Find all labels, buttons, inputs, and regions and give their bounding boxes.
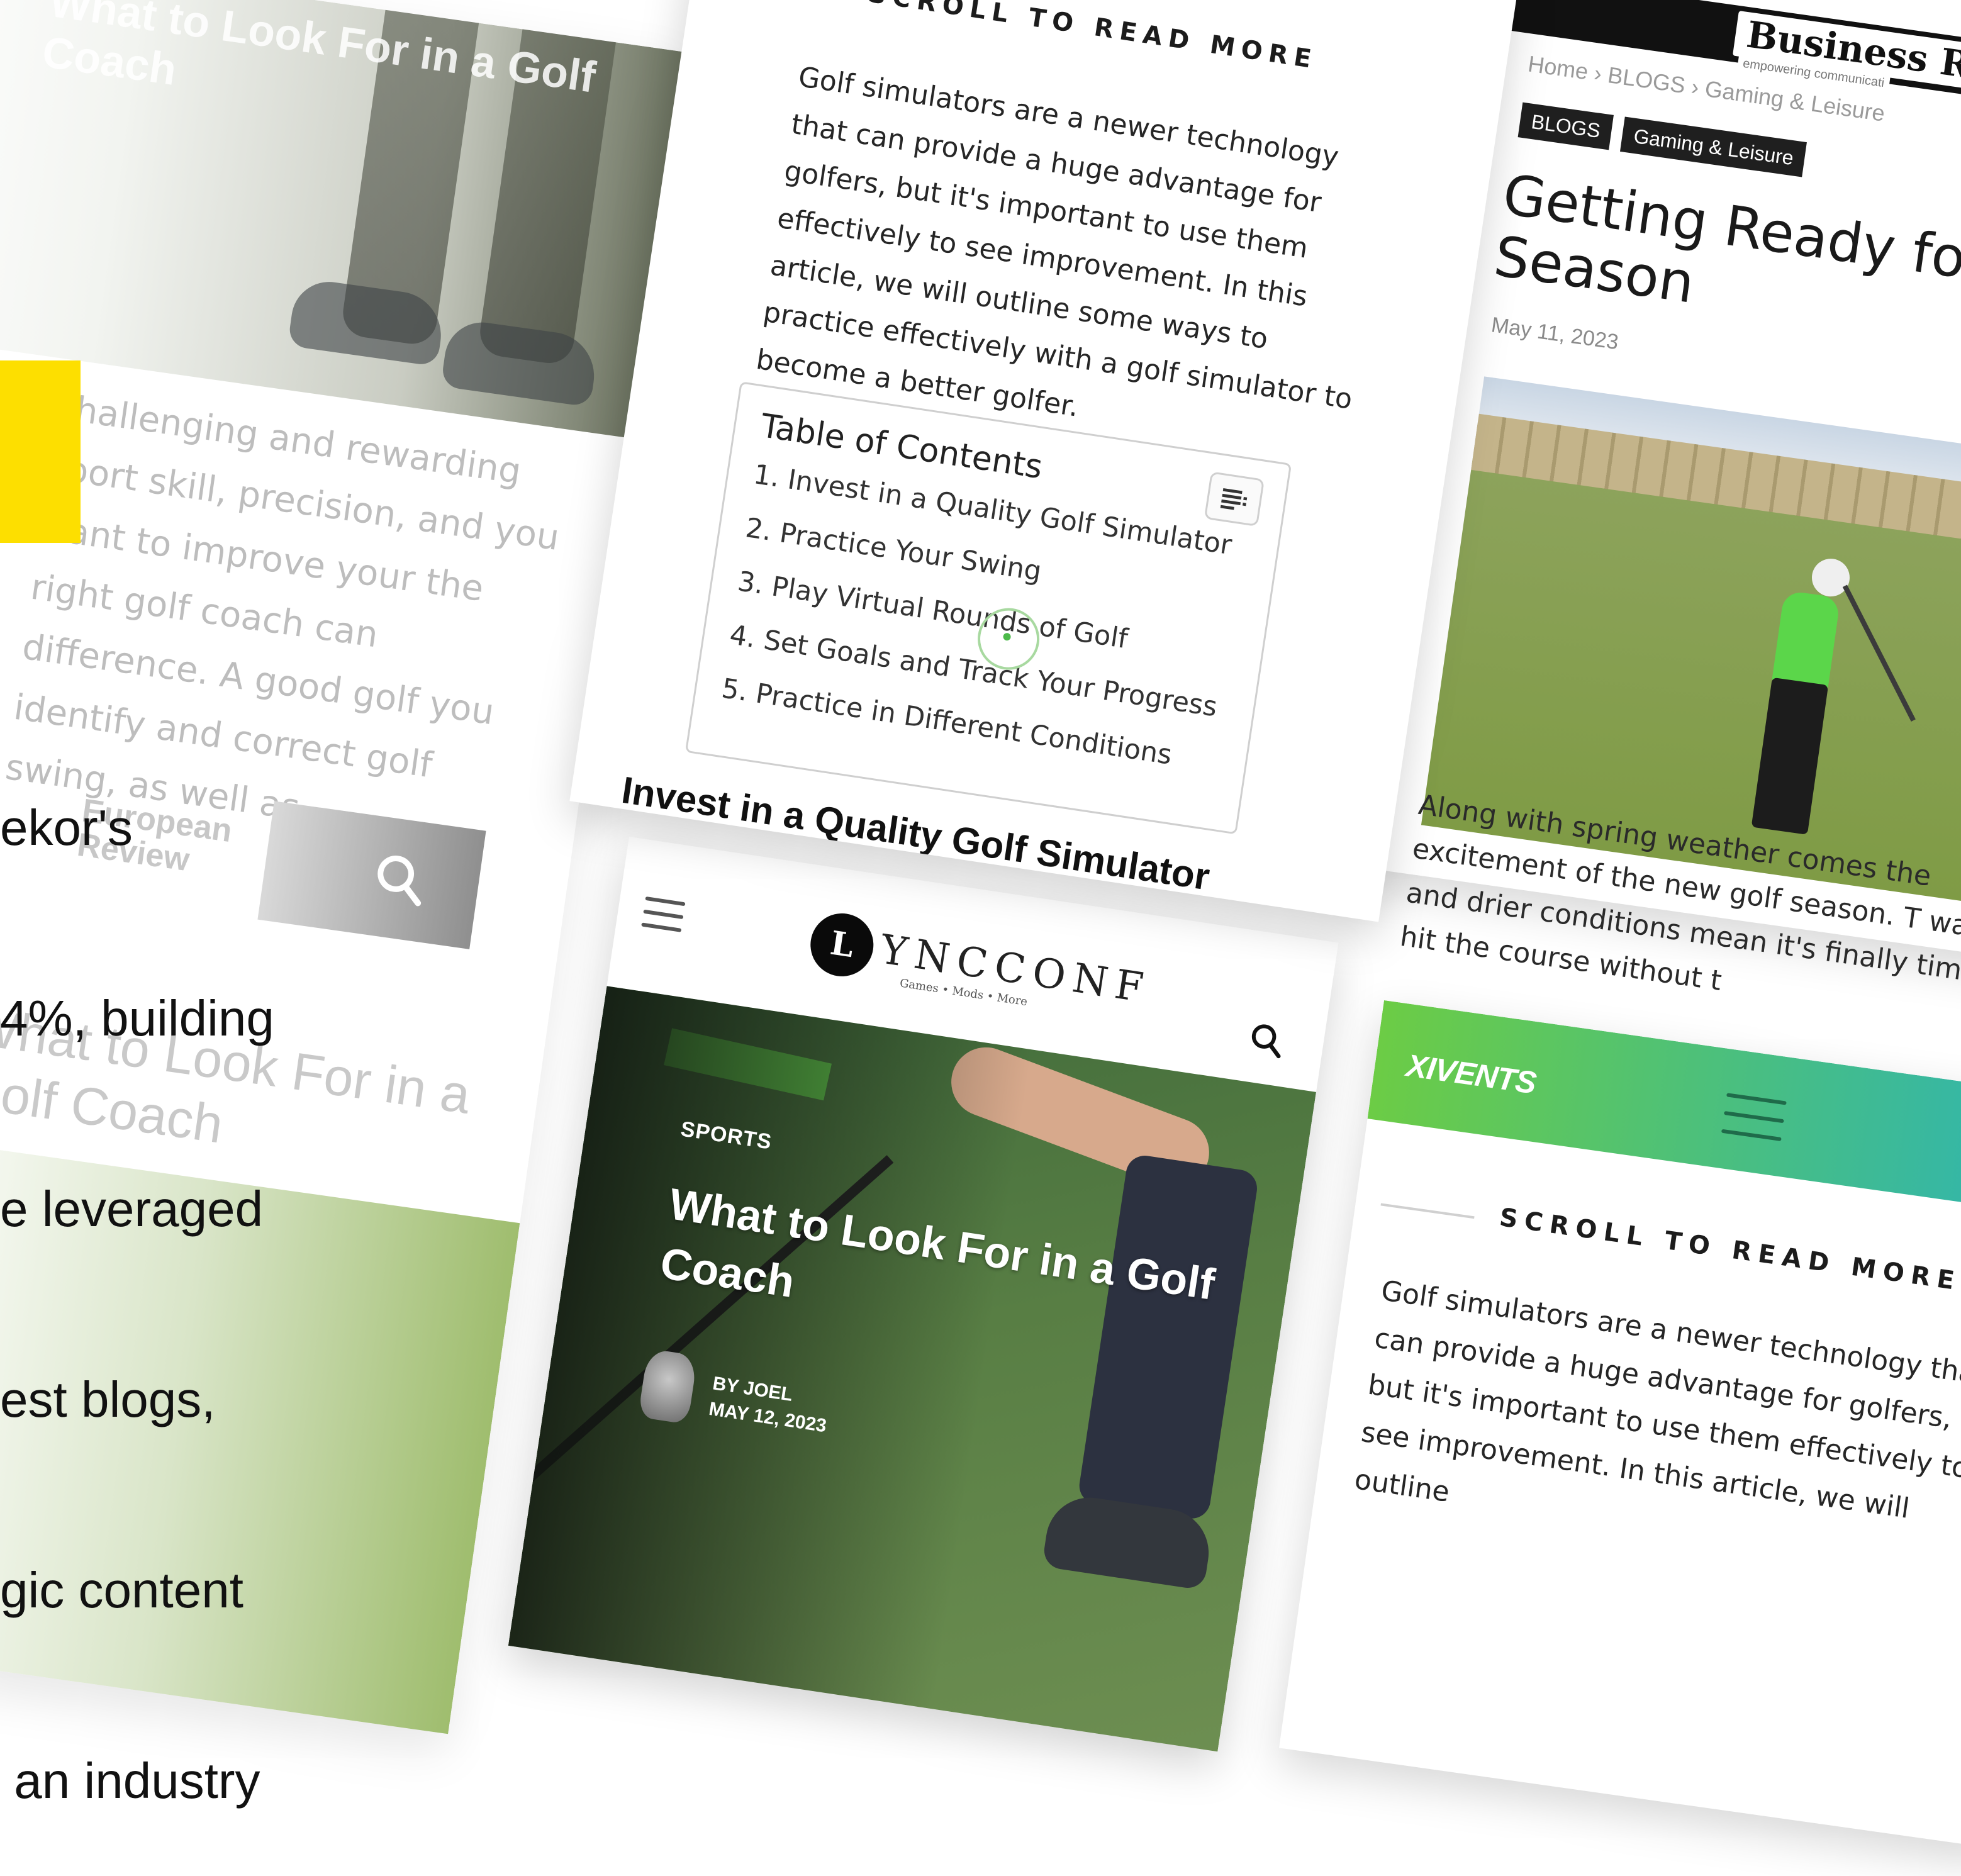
site-header: XIVENTS xyxy=(1367,1000,1961,1220)
scroll-to-read-label: SCROLL TO READ MORE xyxy=(1497,1203,1961,1297)
copy-line: an industry xyxy=(0,1753,260,1809)
copy-line: est blogs, xyxy=(0,1371,216,1427)
copy-line: ekor's xyxy=(0,800,133,856)
menu-icon[interactable] xyxy=(641,896,686,932)
golfer-legs xyxy=(1751,677,1829,835)
menu-bar xyxy=(645,896,686,907)
search-icon[interactable] xyxy=(1245,1019,1288,1061)
photo-buildings xyxy=(1471,413,1961,566)
menu-bar xyxy=(1723,1110,1784,1124)
menu-bar xyxy=(1721,1129,1782,1141)
accent-block xyxy=(0,360,81,543)
hero-image[interactable]: SPORTS What to Look For in a Golf Coach … xyxy=(508,986,1317,1752)
syncconf-article: L YNCCONF Games • Mods • More SPORTS Wha… xyxy=(508,837,1339,1752)
hero-overlay xyxy=(508,986,1033,1734)
golf-simulator-article: SCROLL TO READ MORE Golf simulators are … xyxy=(569,0,1520,922)
photo-shoe xyxy=(440,317,600,408)
tag-blogs[interactable]: BLOGS xyxy=(1517,102,1614,150)
copy-line: gic content xyxy=(0,1562,243,1618)
copy-line: 4%, building xyxy=(0,990,274,1046)
xivents-article: XIVENTS SCROLL TO READ MORE Golf simulat… xyxy=(1278,1000,1961,1849)
menu-bar xyxy=(1726,1093,1787,1105)
logo-mark: L xyxy=(806,909,878,981)
article-intro: Golf simulators are a newer technology t… xyxy=(1353,1275,1961,1525)
tag-gaming-leisure[interactable]: Gaming & Leisure xyxy=(1620,116,1807,177)
divider xyxy=(1380,1203,1475,1219)
menu-icon[interactable] xyxy=(1721,1093,1787,1141)
copy-line: e leveraged xyxy=(0,1181,264,1237)
menu-bar xyxy=(641,922,682,932)
article-title: Getting Ready for Season xyxy=(1490,162,1961,316)
golfer-shirt xyxy=(1771,590,1841,692)
search-icon xyxy=(377,856,422,907)
category-tags: BLOGS Gaming & Leisure xyxy=(1517,102,1807,177)
list-icon xyxy=(1220,488,1248,510)
toc-toggle-button[interactable] xyxy=(1204,471,1265,527)
menu-bar xyxy=(643,909,684,920)
article-date: May 11, 2023 xyxy=(1490,313,1620,355)
golf-club xyxy=(1842,584,1916,722)
scroll-to-read-label: SCROLL TO READ MORE xyxy=(866,0,1320,75)
site-logo[interactable]: XIVENTS xyxy=(1404,1047,1538,1100)
case-study-copy: ekor's 4%, building e leveraged est blog… xyxy=(0,669,327,1876)
site-logo[interactable]: L YNCCONF Games • Mods • More xyxy=(805,909,1154,1032)
